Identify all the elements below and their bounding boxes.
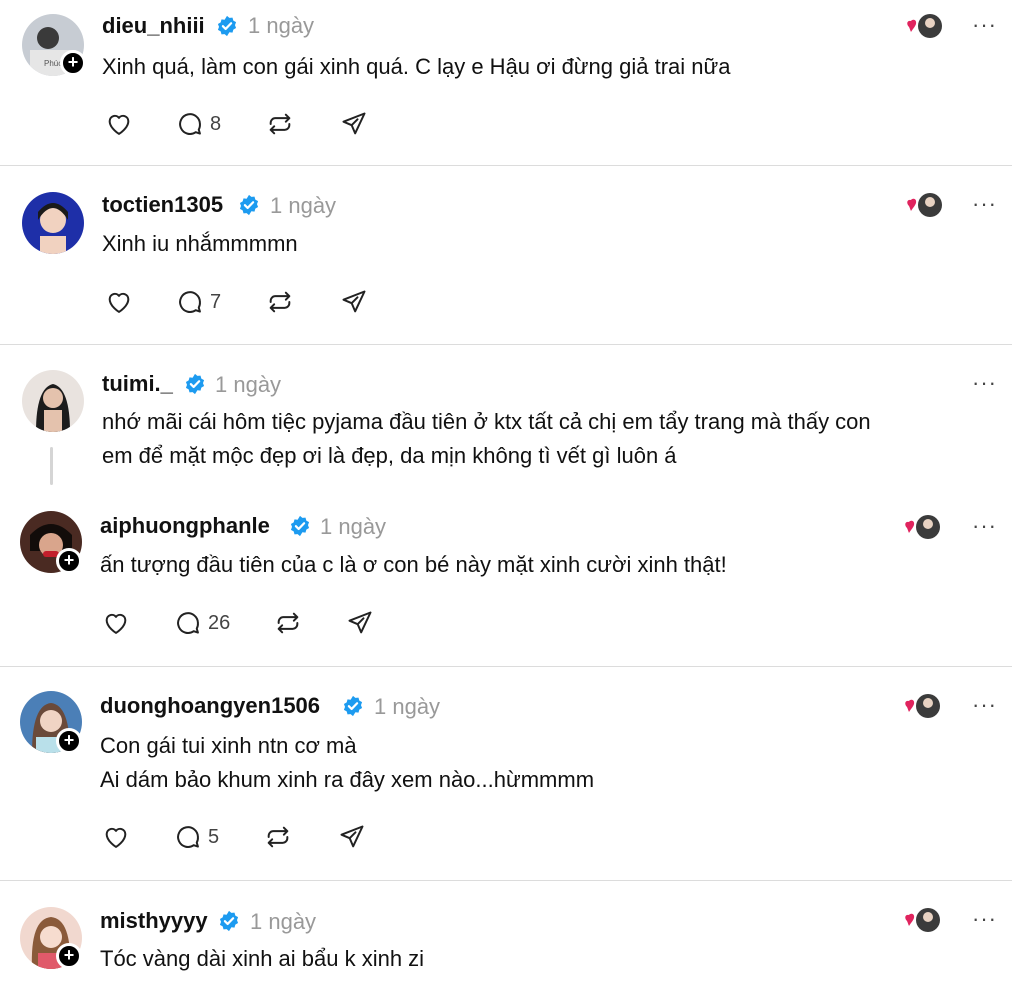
share-button[interactable]	[340, 288, 368, 316]
follow-plus-icon[interactable]: +	[56, 943, 82, 969]
verified-icon	[290, 515, 310, 537]
share-icon	[342, 290, 366, 313]
liked-by-creator-icon	[905, 515, 940, 539]
liked-by-creator-icon	[905, 694, 940, 718]
reply-count: 26	[208, 611, 231, 634]
username[interactable]: tuimi._	[102, 371, 173, 397]
follow-plus-icon[interactable]: +	[60, 50, 86, 76]
avatar[interactable]	[22, 370, 84, 432]
liked-by-creator-icon	[907, 193, 942, 217]
comment-text: ấn tượng đầu tiên của c là ơ con bé này …	[100, 552, 727, 577]
more-icon[interactable]: ···	[972, 372, 997, 394]
reply-button[interactable]: 8	[176, 110, 221, 138]
reply-count: 5	[208, 825, 220, 848]
share-icon	[340, 825, 364, 848]
repost-icon	[277, 612, 299, 634]
repost-icon	[267, 826, 289, 848]
like-button[interactable]	[102, 823, 130, 851]
liked-by-creator-icon	[905, 908, 940, 932]
comment-icon	[179, 291, 201, 313]
verified-icon	[239, 194, 259, 216]
repost-button[interactable]	[264, 823, 292, 851]
more-icon[interactable]: ···	[972, 14, 997, 36]
heart-icon	[105, 613, 127, 634]
liked-by-creator-icon	[907, 14, 942, 38]
share-button[interactable]	[340, 110, 368, 138]
repost-button[interactable]	[274, 609, 302, 637]
verified-icon	[343, 695, 363, 717]
verified-icon	[185, 373, 205, 395]
more-icon[interactable]: ···	[972, 694, 997, 716]
comment-icon	[177, 612, 199, 634]
heart-icon	[108, 114, 130, 135]
comment-post: + misthyyyy 1 ngày Tóc vàng dài xinh ai …	[0, 881, 1012, 1000]
comment-icon	[179, 113, 201, 135]
timestamp: 1 ngày	[270, 193, 337, 218]
more-icon[interactable]: ···	[972, 908, 997, 930]
more-icon[interactable]: ···	[972, 193, 997, 215]
avatar[interactable]	[22, 192, 84, 254]
comment-text: Xinh quá, làm con gái xinh quá. C lạy e …	[102, 54, 731, 79]
repost-button[interactable]	[266, 110, 294, 138]
share-button[interactable]	[346, 609, 374, 637]
follow-plus-icon[interactable]: +	[56, 548, 82, 574]
reply-count: 8	[210, 112, 222, 135]
username[interactable]: toctien1305	[102, 192, 223, 218]
comment-text: Tóc vàng dài xinh ai bẩu k xinh zi	[100, 946, 425, 971]
share-icon	[348, 611, 372, 634]
timestamp: 1 ngày	[215, 372, 282, 397]
timestamp: 1 ngày	[248, 13, 315, 38]
comment-text: Xinh iu nhắmmmmn	[102, 231, 298, 256]
comment-text: nhớ mãi cái hôm tiệc pyjama đầu tiên ở k…	[102, 409, 871, 468]
repost-button[interactable]	[266, 288, 294, 316]
username[interactable]: misthyyyy	[100, 908, 208, 934]
timestamp: 1 ngày	[320, 514, 387, 539]
reply-button[interactable]: 5	[174, 823, 219, 851]
username[interactable]: dieu_nhiii	[102, 13, 205, 39]
more-icon[interactable]: ···	[972, 515, 997, 537]
follow-plus-icon[interactable]: +	[56, 728, 82, 754]
heart-icon	[105, 827, 127, 848]
share-icon	[342, 112, 366, 135]
comment-post: + duonghoangyen1506 1 ngày Con gái tui x…	[0, 667, 1012, 880]
comment-post: toctien1305 1 ngày Xinh iu nhắmmmmn ··· …	[0, 166, 1012, 344]
username[interactable]: aiphuongphanle	[100, 513, 270, 539]
like-button[interactable]	[102, 609, 130, 637]
comment-post: + aiphuongphanle 1 ngày ấn tượng đầu tiê…	[0, 495, 1012, 667]
comment-post: Phúc + dieu_nhiii 1 ngày Xinh quá, làm c…	[0, 0, 1012, 165]
username[interactable]: duonghoangyen1506	[100, 693, 320, 719]
reply-count: 7	[210, 290, 222, 313]
repost-icon	[269, 291, 291, 313]
comment-text: Con gái tui xinh ntn cơ mà Ai dám bảo kh…	[100, 733, 595, 792]
thread-line	[50, 447, 53, 485]
reply-button[interactable]: 26	[174, 609, 230, 637]
comment-post: tuimi._ 1 ngày nhớ mãi cái hôm tiệc pyja…	[0, 345, 1012, 495]
verified-icon	[219, 910, 239, 932]
timestamp: 1 ngày	[250, 909, 317, 934]
share-button[interactable]	[338, 823, 366, 851]
timestamp: 1 ngày	[374, 694, 441, 719]
reply-button[interactable]: 7	[176, 288, 221, 316]
heart-icon	[108, 292, 130, 313]
like-button[interactable]	[105, 110, 133, 138]
repost-icon	[269, 113, 291, 135]
verified-icon	[217, 15, 237, 37]
comment-icon	[177, 826, 199, 848]
like-button[interactable]	[105, 288, 133, 316]
